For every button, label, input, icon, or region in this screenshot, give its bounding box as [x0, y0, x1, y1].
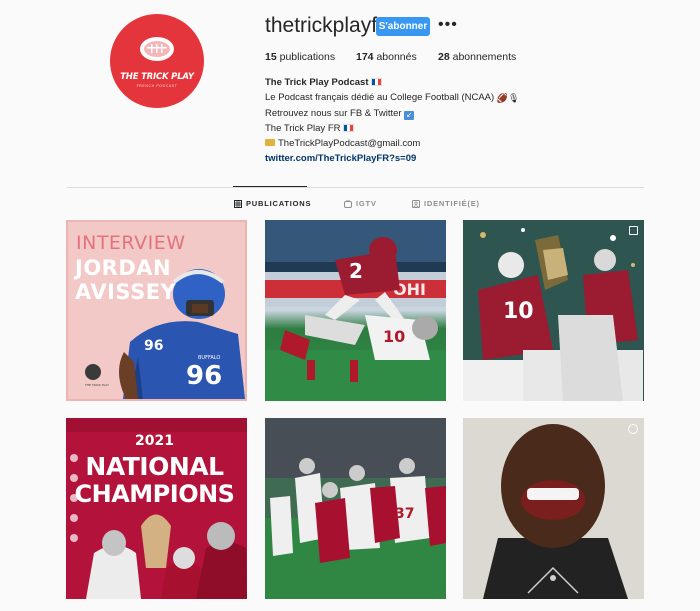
- football-emoji-icon: 🏈: [496, 93, 509, 103]
- avatar-brand-text: THE TRICK PLAY: [120, 72, 194, 82]
- post-game-action-pileup[interactable]: 37: [265, 418, 446, 599]
- jersey-number-2: 2: [349, 259, 363, 283]
- team-text: BUFFALO: [198, 355, 220, 361]
- active-tab-indicator: [233, 186, 307, 187]
- profile-avatar[interactable]: THE TRICK PLAY FRENCH PODCAST: [110, 14, 204, 108]
- jersey-number-96: 96: [186, 361, 222, 391]
- post-player-lastname: AVISSEY: [75, 280, 177, 304]
- profile-bio: The Trick Play Podcast Le Podcast frança…: [265, 75, 519, 166]
- bio-line-2: Retrouvez nous sur FB & Twitter: [265, 108, 402, 119]
- grid-icon: [234, 199, 242, 208]
- post-game-action-catch[interactable]: OHI 2 10: [265, 220, 446, 401]
- post-player-firstname: JORDAN: [75, 256, 172, 280]
- followers-count-value: 174: [356, 51, 374, 63]
- video-icon: [628, 424, 638, 434]
- post-trophy-celebration[interactable]: 10: [463, 220, 644, 401]
- avatar-brand-subtext: FRENCH PODCAST: [136, 84, 178, 88]
- microphone-emoji-icon: 🎙: [508, 93, 520, 103]
- posts-count: 15 publications: [265, 51, 335, 63]
- posts-count-label: publications: [279, 51, 336, 63]
- champions-year: 2021: [135, 433, 174, 449]
- profile-username: thetrickplayfr: [265, 14, 385, 37]
- champions-line-1: NATIONAL: [85, 452, 224, 481]
- jersey-number-10-celebration: 10: [503, 299, 534, 324]
- tagged-icon: [412, 199, 420, 208]
- tab-igtv-label: IGTV: [356, 199, 377, 208]
- shoulder-number: 96: [144, 338, 163, 354]
- reaction-video-photo: [463, 418, 644, 599]
- followers-count-label: abonnés: [376, 51, 417, 63]
- champions-line-2: CHAMPIONS: [74, 480, 235, 508]
- more-options-icon[interactable]: •••: [438, 17, 458, 33]
- tab-igtv[interactable]: IGTV: [344, 199, 377, 208]
- post-video-reaction[interactable]: [463, 418, 644, 599]
- game-pileup-photo: 37: [265, 418, 446, 599]
- following-count[interactable]: 28 abonnements: [438, 51, 516, 63]
- followers-count[interactable]: 174 abonnés: [356, 51, 417, 63]
- igtv-icon: [344, 199, 352, 208]
- tab-tagged-label: IDENTIFIÉ(E): [424, 199, 480, 208]
- bio-line-3: The Trick Play FR: [265, 123, 341, 134]
- svg-text:THE TRICK PLAY: THE TRICK PLAY: [84, 383, 109, 387]
- trophy-celebration-photo: 10: [463, 220, 644, 401]
- tabs-divider: [67, 187, 644, 188]
- post-interview-label: INTERVIEW: [76, 232, 186, 254]
- multiple-photos-icon: [629, 226, 638, 235]
- bio-email: TheTrickPlayPodcast@gmail.com: [278, 138, 421, 149]
- posts-count-value: 15: [265, 51, 277, 63]
- jersey-number-10: 10: [383, 327, 405, 346]
- following-count-label: abonnements: [452, 51, 517, 63]
- bio-link[interactable]: twitter.com/TheTrickPlayFR?s=09: [265, 153, 416, 164]
- tab-publications-label: PUBLICATIONS: [246, 199, 312, 208]
- game-action-photo: OHI 2 10: [265, 220, 446, 401]
- follow-button[interactable]: S'abonner: [376, 17, 430, 36]
- following-count-value: 28: [438, 51, 450, 63]
- bio-line-1: Le Podcast français dédié au College Foo…: [265, 92, 495, 103]
- france-flag-icon: [343, 124, 355, 132]
- bio-name: The Trick Play Podcast: [265, 77, 369, 88]
- tab-publications[interactable]: PUBLICATIONS: [234, 199, 311, 208]
- jersey-number-37: 37: [395, 506, 414, 522]
- arrow-emoji-icon: ↙: [404, 111, 415, 120]
- france-flag-icon: [371, 78, 383, 86]
- tab-tagged[interactable]: IDENTIFIÉ(E): [412, 199, 480, 208]
- email-icon: [265, 139, 275, 146]
- post-national-champions[interactable]: 2021 NATIONAL CHAMPIONS: [66, 418, 247, 599]
- post-interview-jordan-avissey[interactable]: 96 96 BUFFALO THE TRICK PLAY INTERVIEW J…: [66, 220, 247, 401]
- football-helmet-logo-icon: [140, 37, 174, 61]
